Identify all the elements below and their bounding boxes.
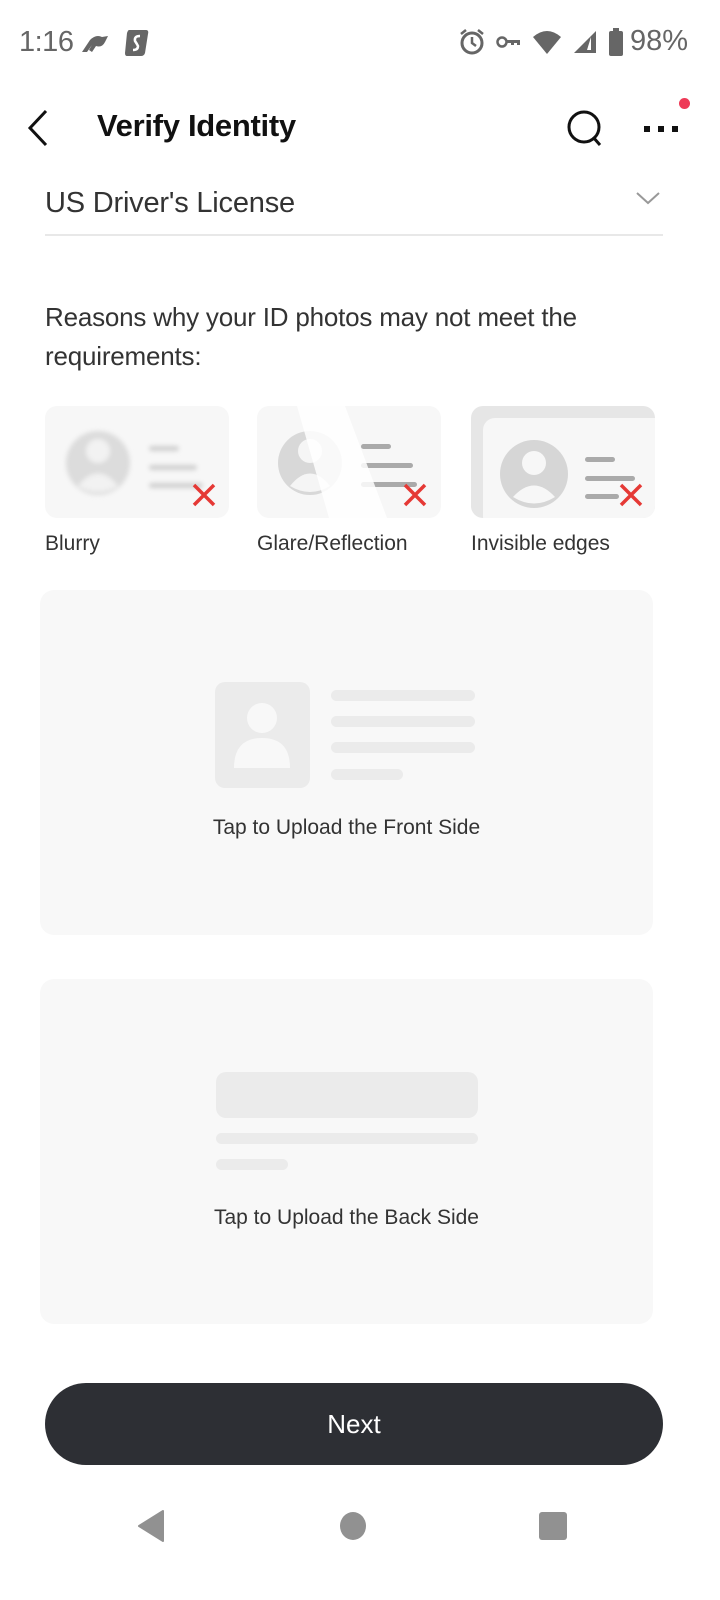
vpn-app-icon — [80, 28, 110, 58]
next-button[interactable]: Next — [45, 1383, 663, 1465]
reason-blurry: Blurry — [45, 406, 229, 556]
nav-recents-button[interactable] — [533, 1506, 573, 1546]
search-button[interactable] — [562, 106, 608, 152]
id-front-placeholder-icon — [215, 682, 475, 788]
reason-label: Glare/Reflection — [257, 532, 408, 555]
reasons-heading: Reasons why your ID photos may not meet … — [45, 302, 577, 371]
nav-home-button[interactable] — [333, 1506, 373, 1546]
chevron-left-icon — [27, 109, 48, 147]
notification-dot — [679, 98, 690, 109]
nav-back-icon — [138, 1510, 164, 1542]
upload-front-label: Tap to Upload the Front Side — [212, 816, 481, 839]
alarm-icon — [460, 28, 484, 54]
nav-home-icon — [340, 1512, 366, 1540]
reason-invisible-edges: Invisible edges — [471, 406, 655, 556]
edges-id-icon — [471, 406, 655, 518]
chevron-down-icon — [636, 192, 660, 205]
id-back-placeholder-icon — [216, 1072, 478, 1170]
document-type-value: US Driver's License — [45, 186, 295, 219]
glare-id-icon — [257, 406, 441, 518]
upload-front-button[interactable]: Tap to Upload the Front Side — [40, 590, 653, 935]
status-time: 1:16 — [19, 26, 74, 58]
surfshark-icon — [124, 28, 154, 58]
search-icon — [567, 110, 602, 146]
status-bar: 1:16 98% — [0, 0, 720, 86]
blurry-id-icon — [45, 406, 229, 518]
vpn-key-icon — [496, 35, 520, 48]
battery-percent: 98% — [629, 25, 688, 57]
battery-icon — [608, 27, 623, 56]
upload-back-button[interactable]: Tap to Upload the Back Side — [40, 979, 653, 1324]
back-button[interactable] — [18, 104, 58, 152]
signal-icon — [573, 30, 596, 53]
nav-back-button[interactable] — [130, 1506, 170, 1546]
app-bar: Verify Identity — [0, 86, 720, 170]
more-options-button[interactable] — [638, 106, 684, 152]
reason-label: Invisible edges — [471, 532, 610, 555]
nav-recents-icon — [539, 1512, 567, 1540]
reason-label: Blurry — [45, 532, 100, 555]
page-title: Verify Identity — [97, 108, 296, 143]
wifi-icon — [532, 30, 561, 54]
more-horizontal-icon — [644, 126, 678, 132]
reason-glare: Glare/Reflection — [257, 406, 441, 556]
document-type-select[interactable]: US Driver's License — [45, 172, 663, 236]
system-nav-bar — [0, 1490, 720, 1600]
upload-back-label: Tap to Upload the Back Side — [213, 1206, 479, 1229]
